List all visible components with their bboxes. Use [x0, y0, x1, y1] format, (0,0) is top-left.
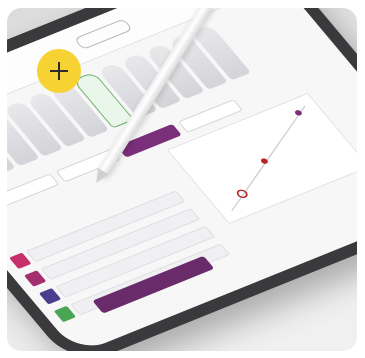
tab — [7, 173, 60, 208]
plus-badge[interactable] — [37, 49, 81, 93]
header-pill-button — [73, 18, 134, 50]
plus-icon — [50, 62, 68, 80]
screen-chart — [166, 92, 357, 224]
photo-card — [7, 8, 357, 351]
